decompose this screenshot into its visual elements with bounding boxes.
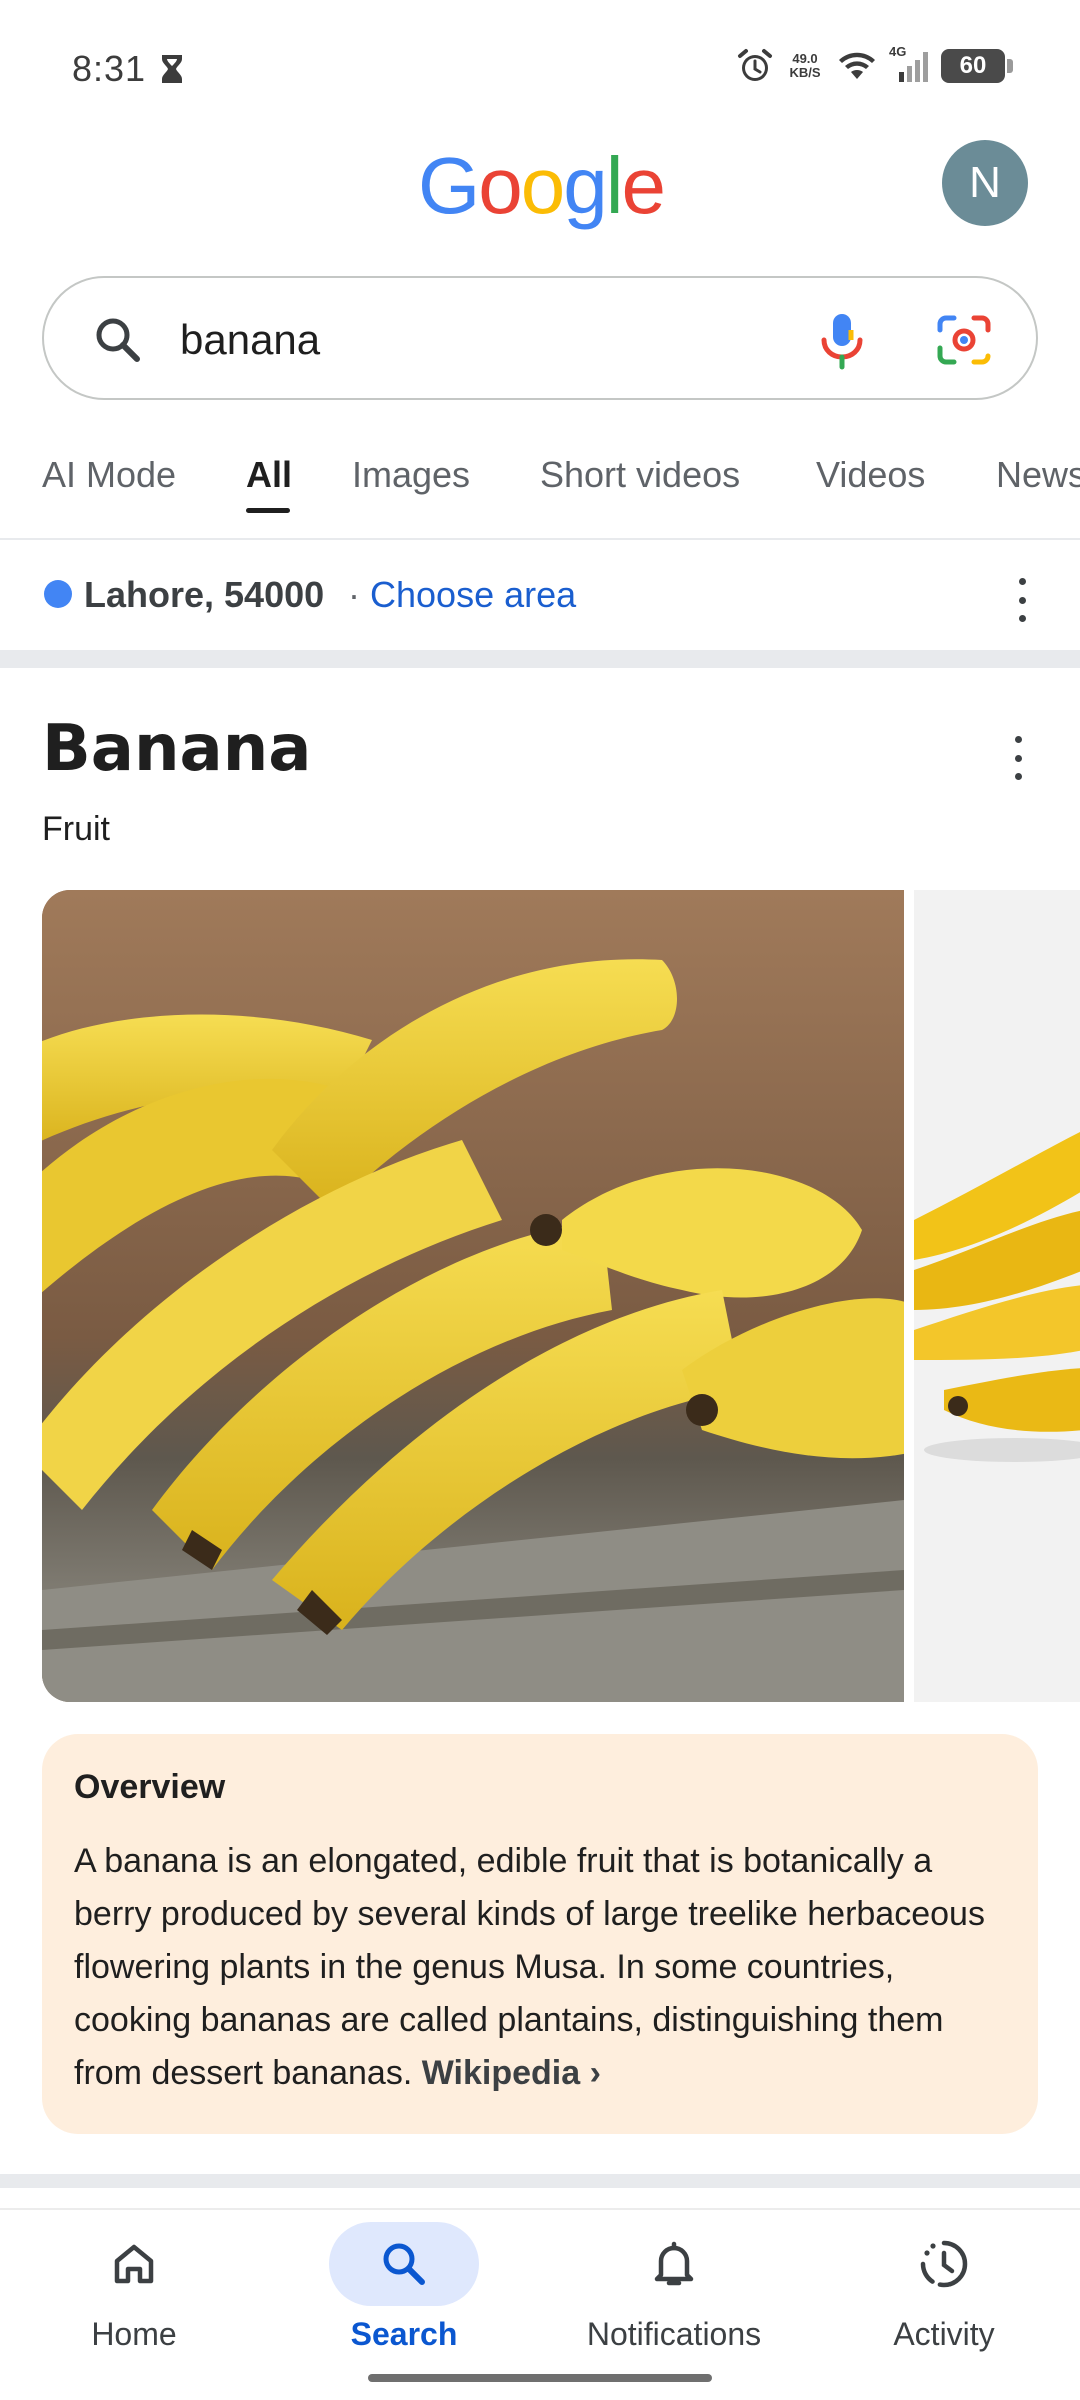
- active-tab-indicator: [246, 508, 290, 513]
- location-dot-icon: [44, 580, 72, 608]
- wifi-icon: [839, 52, 875, 79]
- avatar-initial: N: [969, 158, 1001, 207]
- alarm-icon: [738, 49, 772, 81]
- section-divider-bottom: [0, 2174, 1080, 2188]
- nav-search-icon-container: [329, 2222, 479, 2306]
- location-text: Lahore, 54000: [84, 574, 325, 615]
- overview-card: Overview A banana is an elongated, edibl…: [42, 1734, 1038, 2134]
- choose-area-link[interactable]: Choose area: [370, 574, 576, 616]
- logo-letter: g: [563, 141, 607, 230]
- overview-body: A banana is an elongated, edible fruit t…: [74, 1835, 1006, 2100]
- search-bar[interactable]: [42, 276, 1038, 400]
- nav-activity-icon-container: [869, 2222, 1019, 2306]
- nav-activity[interactable]: Activity: [834, 2222, 1054, 2362]
- home-icon: [114, 2244, 154, 2284]
- battery-level: 60: [959, 52, 987, 79]
- logo-letter: G: [418, 141, 480, 230]
- knowledge-panel-title: Banana: [42, 712, 312, 786]
- search-input[interactable]: [180, 308, 820, 372]
- tab-videos[interactable]: Videos: [816, 454, 925, 496]
- section-divider: [0, 650, 1080, 668]
- nav-notifications-icon-container: [599, 2222, 749, 2306]
- status-bar: 8:31 49.0 KB/S 4G 60: [0, 0, 1080, 130]
- bananas-photo-secondary-graphic: [914, 890, 1080, 1702]
- status-time: 8:31: [72, 48, 147, 89]
- wikipedia-link[interactable]: Wikipedia ›: [422, 2054, 601, 2092]
- chevron-right-icon: ›: [589, 2054, 601, 2092]
- overview-heading: Overview: [74, 1768, 226, 1806]
- bottom-navigation: Home Search Notifications Activity: [0, 2208, 1080, 2400]
- search-icon: [96, 318, 140, 362]
- logo-letter: o: [478, 141, 522, 230]
- logo-letter: l: [605, 141, 624, 230]
- network-speed-value: 49.0: [792, 51, 818, 66]
- nav-search[interactable]: Search: [294, 2222, 514, 2362]
- logo-letter: o: [520, 141, 565, 230]
- location-more-icon[interactable]: [1012, 578, 1032, 622]
- network-speed: 49.0 KB/S: [785, 52, 825, 80]
- logo-letter: e: [621, 141, 666, 230]
- tab-images[interactable]: Images: [352, 454, 470, 496]
- nav-search-label: Search: [350, 2316, 458, 2352]
- activity-icon: [920, 2240, 968, 2288]
- gesture-home-bar[interactable]: [368, 2374, 712, 2382]
- knowledge-panel-more-icon[interactable]: [1008, 736, 1028, 780]
- battery-indicator: 60: [941, 49, 1013, 83]
- location-row: Lahore, 54000 · Choose area: [0, 556, 1080, 644]
- search-tabs: AI Mode All Images Short videos Videos N…: [0, 440, 1080, 540]
- bananas-photo-graphic: [42, 890, 904, 1702]
- account-avatar[interactable]: N: [942, 140, 1028, 226]
- bananas-photo[interactable]: [42, 890, 904, 1702]
- tab-news[interactable]: News: [996, 454, 1080, 496]
- cellular-signal: 4G: [889, 44, 929, 84]
- network-speed-unit: KB/S: [789, 65, 821, 80]
- knowledge-panel-subtitle: Fruit: [42, 810, 110, 848]
- nav-notifications[interactable]: Notifications: [564, 2222, 784, 2362]
- bananas-photo-secondary[interactable]: [914, 890, 1080, 1702]
- tab-ai-mode[interactable]: AI Mode: [42, 454, 176, 496]
- wikipedia-link-label: Wikipedia: [421, 2054, 581, 2092]
- google-logo[interactable]: Google: [418, 140, 666, 232]
- tab-short-videos[interactable]: Short videos: [540, 454, 740, 496]
- nav-home[interactable]: Home: [24, 2222, 244, 2362]
- tab-all[interactable]: All: [246, 454, 292, 496]
- status-indicators: 49.0 KB/S 4G 60: [737, 44, 1013, 86]
- hourglass-icon: [162, 55, 182, 83]
- location-separator: ·: [348, 574, 360, 615]
- microphone-icon[interactable]: [812, 308, 872, 372]
- nav-notifications-label: Notifications: [586, 2316, 762, 2352]
- google-lens-icon[interactable]: [934, 312, 994, 368]
- search-icon: [383, 2243, 425, 2285]
- nav-home-icon-container: [59, 2222, 209, 2306]
- nav-activity-label: Activity: [893, 2316, 995, 2352]
- nav-home-label: Home: [91, 2316, 177, 2352]
- cellular-type-label: 4G: [889, 44, 907, 59]
- bell-icon: [654, 2241, 694, 2286]
